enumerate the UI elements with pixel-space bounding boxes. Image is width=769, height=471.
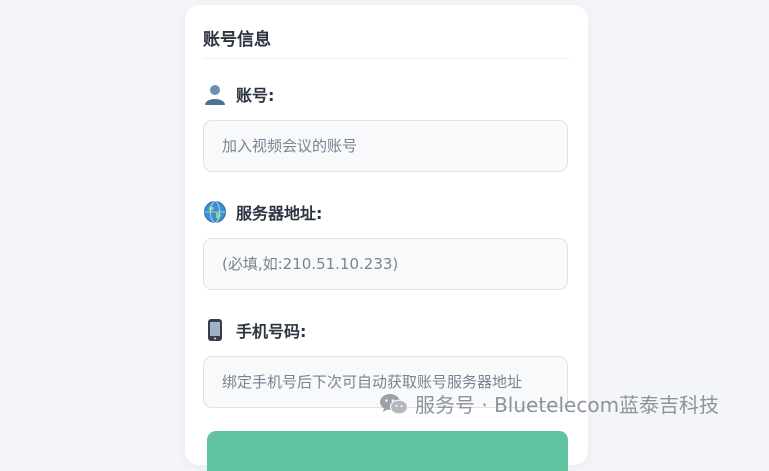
- divider: [203, 58, 570, 59]
- server-label-row: 服务器地址:: [203, 200, 322, 224]
- account-input[interactable]: [203, 120, 568, 172]
- person-icon: [203, 82, 227, 106]
- wechat-icon: [379, 392, 409, 416]
- server-address-input[interactable]: [203, 238, 568, 290]
- globe-icon: [203, 200, 227, 224]
- section-title: 账号信息: [203, 30, 271, 50]
- watermark-text: 服务号 · Bluetelecom蓝泰吉科技: [415, 393, 720, 417]
- server-label: 服务器地址:: [236, 204, 323, 223]
- submit-button[interactable]: [207, 431, 568, 471]
- watermark: 服务号 · Bluetelecom蓝泰吉科技: [379, 389, 719, 418]
- mobile-label-row: 手机号码:: [203, 318, 306, 342]
- mobile-label: 手机号码:: [236, 322, 307, 341]
- account-label-row: 账号:: [203, 82, 274, 106]
- mobile-phone-icon: [203, 318, 227, 342]
- account-label: 账号:: [236, 86, 275, 105]
